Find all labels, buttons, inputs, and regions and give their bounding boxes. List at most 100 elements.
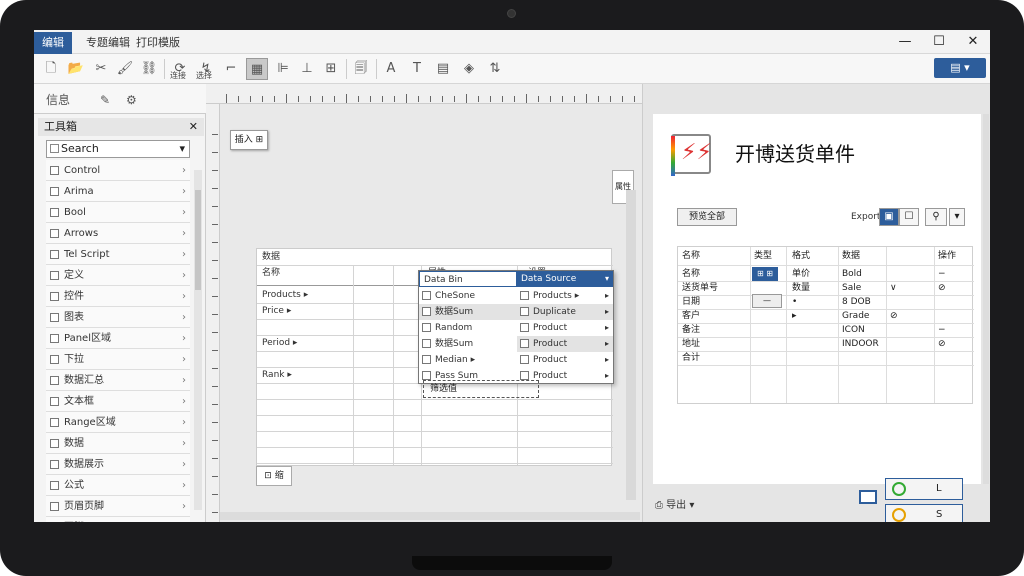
grid-icon[interactable]: ▦ <box>246 58 268 80</box>
dropdown-option[interactable]: Product ▸ <box>517 336 613 352</box>
dropdown-header-right[interactable]: Data Source ▾ <box>517 271 613 287</box>
cut-icon[interactable]: ✂ <box>90 58 112 80</box>
open-folder-icon[interactable]: 📂 <box>64 58 88 80</box>
preview-cell: 送货单号 <box>682 283 719 293</box>
distribute-icon[interactable]: ⊞ <box>320 58 342 80</box>
toolbox-item[interactable]: Panel区域 › <box>46 328 190 349</box>
tab-info[interactable]: 信息 <box>46 90 70 110</box>
toolbox-item[interactable]: Tel Script › <box>46 244 190 265</box>
preview-all-button[interactable]: 预览全部 <box>677 208 737 226</box>
ruler-tick <box>574 96 575 102</box>
chevron-right-icon: › <box>182 333 186 344</box>
data-source-dropdown[interactable]: Data Bin Data Source ▾ CheSone Products ▸… <box>418 270 614 384</box>
link-icon[interactable]: ⛓ <box>138 58 160 80</box>
align-left-icon[interactable]: ⊫ <box>272 58 294 80</box>
toolbox-item-label: Bool <box>64 207 86 218</box>
toolbox-item[interactable]: 数据汇总 › <box>46 370 190 391</box>
view-toggle-button[interactable]: ▤ ▾ <box>934 58 986 78</box>
dropdown-option[interactable]: 数据Sum <box>419 304 517 320</box>
page-icon[interactable]: 🗐 <box>350 58 372 80</box>
filter-checkbox[interactable] <box>50 144 59 153</box>
minimize-button[interactable]: — <box>888 30 922 54</box>
brush-icon[interactable]: 🖌 <box>114 58 136 80</box>
option-checkbox[interactable] <box>520 339 529 348</box>
toolbox-item[interactable]: 文本框 › <box>46 391 190 412</box>
text-icon[interactable]: T <box>406 58 428 80</box>
option-checkbox[interactable] <box>422 339 431 348</box>
toolbox-item[interactable]: 页脚› <box>46 517 190 522</box>
filter-value-box[interactable]: 筛选值 <box>423 380 539 398</box>
mail-icon[interactable] <box>859 490 877 504</box>
ruler-tick <box>212 494 218 495</box>
toolbox-scrollbar[interactable] <box>194 170 202 510</box>
dropdown-option[interactable]: CheSone <box>419 288 517 304</box>
toolbox-item[interactable]: 控件 › <box>46 286 190 307</box>
toolbox-item[interactable]: 图表 › <box>46 307 190 328</box>
export-menu[interactable]: ⎙ 导出 ▾ <box>655 496 694 511</box>
toolbox-item[interactable]: 定义 › <box>46 265 190 286</box>
preview-table: 名称 类型 格式 数据 操作 名称 单价 Bold − 送货单号 数量 Sale ∨ ⊘ 日期 • 8 DOB 客… <box>677 246 974 404</box>
pointer-icon[interactable]: ⌐ <box>220 58 242 80</box>
canvas-vscrollbar[interactable] <box>626 190 636 500</box>
tab-settings[interactable]: ⚙ <box>126 90 137 110</box>
dropdown-option[interactable]: 数据Sum <box>419 336 517 352</box>
toolbox-item[interactable]: Control › <box>46 160 190 181</box>
output-s-button[interactable]: S <box>885 504 963 522</box>
dropdown-option[interactable]: Median ▸ <box>419 352 517 368</box>
dropdown-option[interactable]: Duplicate ▸ <box>517 304 613 320</box>
toolbox-item[interactable]: Arrows › <box>46 223 190 244</box>
dropdown-option[interactable]: Product ▸ <box>517 320 613 336</box>
preview-scrollbar[interactable] <box>983 114 989 484</box>
export-page-button[interactable]: ☐ <box>899 208 919 226</box>
maximize-button[interactable]: ☐ <box>922 30 956 54</box>
ruler-tick <box>466 94 467 103</box>
option-checkbox[interactable] <box>422 371 431 380</box>
option-checkbox[interactable] <box>520 371 529 380</box>
toolbox-item[interactable]: 数据 › <box>46 433 190 454</box>
toolbox-item[interactable]: Range区域 › <box>46 412 190 433</box>
dropdown-option[interactable]: Product ▸ <box>517 352 613 368</box>
insert-button[interactable]: 插入 ⊞ <box>230 130 268 150</box>
canvas-hscrollbar[interactable] <box>220 512 640 520</box>
preview-cell: 日期 <box>682 297 701 307</box>
toolbox-item[interactable]: Arima › <box>46 181 190 202</box>
option-checkbox[interactable] <box>422 291 431 300</box>
tab-print-template[interactable]: 打印模版 <box>128 32 188 54</box>
tab-edit[interactable]: 编辑 <box>34 32 72 54</box>
align-bottom-icon[interactable]: ⊥ <box>296 58 318 80</box>
option-checkbox[interactable] <box>422 307 431 316</box>
toolbox-item[interactable]: 数据展示 › <box>46 454 190 475</box>
close-button[interactable]: ✕ <box>956 30 990 54</box>
preview-col-header: 格式 <box>792 251 811 261</box>
toolbox-item[interactable]: 公式 › <box>46 475 190 496</box>
sort-icon[interactable]: ⇅ <box>484 58 506 80</box>
toolbox-filter-select[interactable]: Search ▾ <box>46 140 190 158</box>
dropdown-header-left[interactable]: Data Bin <box>419 271 517 287</box>
toolbox-item[interactable]: 页眉页脚 › <box>46 496 190 517</box>
option-checkbox[interactable] <box>520 355 529 364</box>
dropdown-option[interactable]: Products ▸ ▸ <box>517 288 613 304</box>
fill-icon[interactable]: ◈ <box>458 58 480 80</box>
new-icon[interactable]: 🗋 <box>40 58 62 80</box>
toolbox-item[interactable]: Bool › <box>46 202 190 223</box>
cell-edit-button[interactable]: ⊞ ⊞ <box>752 267 778 281</box>
cell-action-button[interactable]: — <box>752 294 782 308</box>
option-checkbox[interactable] <box>520 291 529 300</box>
dropdown-option[interactable]: Random <box>419 320 517 336</box>
scrollbar-thumb[interactable] <box>195 190 201 290</box>
output-l-button[interactable]: L <box>885 478 963 500</box>
toolbox-item[interactable]: 下拉 › <box>46 349 190 370</box>
font-icon[interactable]: A <box>380 58 402 80</box>
tab-edit-tools[interactable]: ✎ <box>100 90 110 110</box>
option-checkbox[interactable] <box>520 323 529 332</box>
option-checkbox[interactable] <box>422 323 431 332</box>
export-search-button[interactable]: ⚲ <box>925 208 947 226</box>
image-icon[interactable]: ▤ <box>432 58 454 80</box>
horizontal-ruler <box>206 84 642 104</box>
option-checkbox[interactable] <box>422 355 431 364</box>
export-dropdown-button[interactable]: ▾ <box>949 208 965 226</box>
close-icon[interactable]: ✕ <box>189 118 198 136</box>
zoom-button[interactable]: ⊡ 缩 <box>256 466 292 486</box>
option-checkbox[interactable] <box>520 307 529 316</box>
export-table-button[interactable]: ▣ <box>879 208 899 226</box>
